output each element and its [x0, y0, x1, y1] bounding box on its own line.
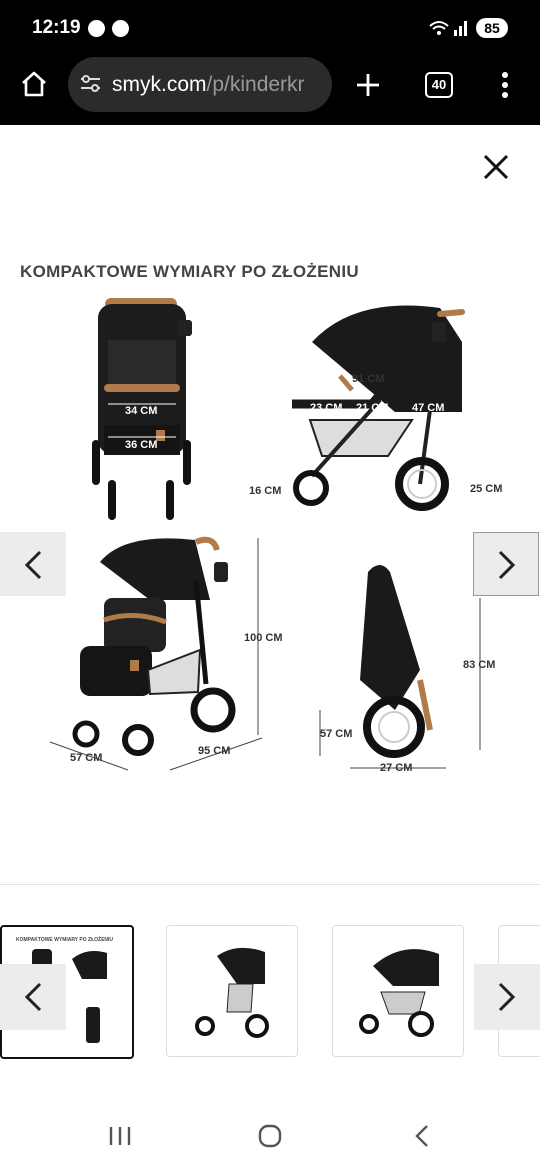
dim-front-clearance: 16 CM	[249, 485, 282, 497]
status-time: 12:19	[32, 17, 81, 38]
thumbnails-next-button[interactable]	[474, 964, 540, 1030]
gallery-prev-button[interactable]	[0, 532, 66, 596]
dim-folded-height: 83 CM	[463, 659, 496, 671]
chevron-left-icon	[24, 982, 42, 1012]
gallery-next-button[interactable]	[473, 532, 539, 596]
thumbnail-image	[195, 947, 269, 1038]
more-menu-icon[interactable]	[500, 71, 510, 99]
gallery-image-title: KOMPAKTOWE WYMIARY PO ZŁOŻENIU	[20, 262, 359, 281]
battery-badge: 85	[476, 18, 508, 38]
stroller-large-view	[49, 536, 263, 771]
stroller-dimensions-image	[49, 298, 481, 771]
messenger-icon	[112, 20, 129, 37]
status-bar: 12:19 85	[0, 0, 540, 56]
back-icon[interactable]	[412, 1124, 432, 1148]
chevron-right-icon	[498, 982, 516, 1012]
new-tab-icon[interactable]	[355, 72, 381, 98]
dim-folded-depth: 57 CM	[320, 728, 353, 740]
chevron-left-icon	[24, 550, 42, 580]
wifi-signal-icon	[429, 21, 467, 36]
url-text[interactable]: smyk.com/p/kinderkr	[112, 73, 305, 97]
address-bar[interactable]: smyk.com/p/kinderkr	[68, 57, 332, 112]
dim-seat-depth: 23 CM	[310, 402, 343, 414]
dim-length: 95 CM	[198, 745, 231, 757]
dim-rear-clearance: 25 CM	[470, 483, 503, 495]
dim-canopy-length: 91 CM	[352, 373, 385, 385]
dim-backrest: 21 CM	[356, 402, 389, 414]
dim-height: 100 CM	[244, 632, 283, 644]
close-icon[interactable]	[482, 153, 510, 181]
thumbnails-prev-button[interactable]	[0, 964, 66, 1030]
site-settings-icon[interactable]	[80, 74, 102, 94]
tab-switcher-button[interactable]: 40	[425, 72, 453, 98]
home-button-icon[interactable]	[258, 1124, 282, 1148]
thumbnail-3[interactable]	[332, 925, 464, 1057]
thumbnail-2[interactable]	[166, 925, 298, 1057]
divider	[0, 884, 540, 885]
home-icon[interactable]	[20, 70, 48, 98]
recent-apps-icon[interactable]	[108, 1125, 132, 1147]
dim-top-length: 47 CM	[412, 402, 445, 414]
messenger-icon	[88, 20, 105, 37]
thumbnail-image	[359, 949, 439, 1037]
chevron-right-icon	[498, 550, 516, 580]
dim-width: 57 CM	[70, 752, 103, 764]
dim-folded-width: 27 CM	[380, 762, 413, 774]
dim-seat-width: 34 CM	[125, 405, 158, 417]
dim-footrest-width: 36 CM	[125, 439, 158, 451]
